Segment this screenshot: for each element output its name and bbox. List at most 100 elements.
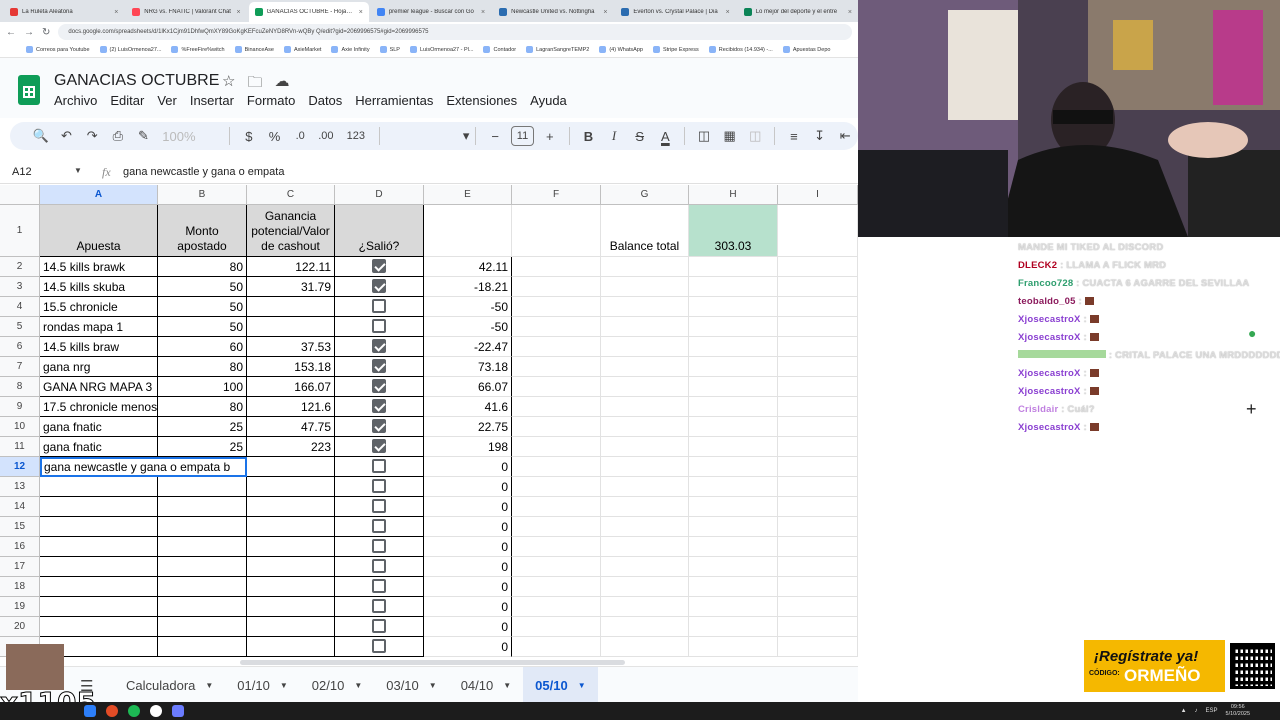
cell-monto[interactable] — [158, 497, 247, 517]
menu-item-archivo[interactable]: Archivo — [54, 93, 97, 108]
tab-close-icon[interactable]: × — [481, 9, 485, 16]
cell[interactable] — [778, 637, 858, 657]
cell-resultado[interactable]: -18.21 — [424, 277, 512, 297]
taskbar-app-icon[interactable] — [172, 705, 184, 717]
cell-ganancia[interactable] — [247, 637, 335, 657]
bookmark-item[interactable]: LuisOrmenoa27 - Pl... — [409, 46, 473, 53]
fill-color-icon[interactable]: ◫ — [691, 128, 717, 144]
checkbox[interactable] — [372, 519, 386, 533]
font-size-increase-button[interactable]: + — [537, 129, 563, 144]
sheet-tab[interactable]: 02/10 ▼ — [300, 667, 374, 705]
undo-icon[interactable]: ↶ — [54, 128, 80, 144]
cell-salio[interactable] — [335, 257, 424, 277]
cell[interactable] — [601, 457, 689, 477]
cell[interactable] — [689, 557, 778, 577]
cell[interactable] — [601, 437, 689, 457]
cell-salio[interactable] — [335, 537, 424, 557]
cell[interactable] — [778, 257, 858, 277]
row-header[interactable]: 18 — [0, 577, 40, 597]
cell-apuesta[interactable] — [40, 577, 158, 597]
cell-monto[interactable] — [158, 537, 247, 557]
cell-resultado[interactable]: 42.11 — [424, 257, 512, 277]
cell[interactable] — [424, 205, 512, 257]
cell-monto[interactable]: 80 — [158, 357, 247, 377]
column-header-f[interactable]: F — [512, 185, 601, 205]
row-header[interactable]: 16 — [0, 537, 40, 557]
volume-icon[interactable]: ♪ — [1195, 708, 1198, 714]
font-family-select[interactable]: ▾ — [386, 128, 470, 144]
cell[interactable] — [689, 397, 778, 417]
cell-monto[interactable] — [158, 557, 247, 577]
cell-ganancia[interactable]: 153.18 — [247, 357, 335, 377]
cell[interactable] — [778, 317, 858, 337]
cell-ganancia[interactable]: 37.53 — [247, 337, 335, 357]
cell-resultado[interactable]: 198 — [424, 437, 512, 457]
cell[interactable] — [512, 637, 601, 657]
cell[interactable] — [601, 337, 689, 357]
row-header[interactable]: 13 — [0, 477, 40, 497]
cell-salio[interactable] — [335, 377, 424, 397]
cell[interactable] — [601, 257, 689, 277]
cell-resultado[interactable]: 0 — [424, 477, 512, 497]
text-color-button[interactable]: A — [653, 129, 679, 144]
url-field[interactable]: docs.google.com/spreadsheets/d/1lKx1Cjm9… — [58, 24, 852, 40]
cell-monto[interactable] — [158, 597, 247, 617]
cell-apuesta[interactable] — [40, 517, 158, 537]
cell-ganancia[interactable]: 223 — [247, 437, 335, 457]
header-cell-d[interactable]: ¿Salió? — [335, 205, 424, 257]
cell[interactable] — [778, 377, 858, 397]
cell-apuesta[interactable]: gana nrg — [40, 357, 158, 377]
checkbox[interactable] — [372, 279, 386, 293]
cell-resultado[interactable]: 0 — [424, 557, 512, 577]
tab-close-icon[interactable]: × — [848, 9, 852, 16]
decrease-decimal-button[interactable]: .0 — [287, 130, 313, 142]
cell[interactable] — [512, 557, 601, 577]
percent-button[interactable]: % — [262, 129, 288, 144]
cell-ganancia[interactable] — [247, 577, 335, 597]
column-header-c[interactable]: C — [247, 185, 335, 205]
currency-button[interactable]: $ — [236, 129, 262, 144]
cell-monto[interactable]: 50 — [158, 317, 247, 337]
cell-monto[interactable] — [158, 637, 247, 657]
cell[interactable] — [778, 577, 858, 597]
forward-icon[interactable]: → — [24, 27, 34, 38]
cell-resultado[interactable]: -50 — [424, 297, 512, 317]
cell-resultado[interactable]: 0 — [424, 617, 512, 637]
cell[interactable] — [512, 257, 601, 277]
cell-salio[interactable] — [335, 277, 424, 297]
cell-salio[interactable] — [335, 397, 424, 417]
cell[interactable] — [601, 477, 689, 497]
cell-resultado[interactable]: 0 — [424, 537, 512, 557]
cell[interactable] — [512, 297, 601, 317]
row-header[interactable]: 9 — [0, 397, 40, 417]
active-cell-editor[interactable]: gana newcastle y gana o empata b — [40, 457, 247, 477]
cell-ganancia[interactable] — [247, 617, 335, 637]
search-icon[interactable]: 🔍 — [28, 128, 54, 144]
cell-monto[interactable] — [158, 517, 247, 537]
bookmark-item[interactable]: Correos para Youtube — [26, 46, 90, 53]
sheet-tab[interactable]: 05/10 ▼ — [523, 666, 598, 705]
checkbox[interactable] — [372, 439, 386, 453]
cell-salio[interactable] — [335, 577, 424, 597]
menu-item-ver[interactable]: Ver — [157, 93, 177, 108]
cell[interactable] — [689, 537, 778, 557]
cell[interactable] — [778, 357, 858, 377]
column-header-i[interactable]: I — [778, 185, 858, 205]
cell-monto[interactable] — [158, 577, 247, 597]
cell[interactable] — [778, 517, 858, 537]
cell-monto[interactable]: 100 — [158, 377, 247, 397]
cell-apuesta[interactable]: 14.5 kills skuba — [40, 277, 158, 297]
balance-total-value[interactable]: 303.03 — [689, 205, 778, 257]
spreadsheet-grid[interactable]: A B C D E F G H I 1 Apuesta Monto apostado Ganancia … — [0, 185, 858, 657]
cell-salio[interactable] — [335, 497, 424, 517]
name-box[interactable]: A12 — [12, 166, 32, 178]
cell-salio[interactable] — [335, 337, 424, 357]
cell-salio[interactable] — [335, 557, 424, 577]
cell-salio[interactable] — [335, 317, 424, 337]
sheets-logo-icon[interactable] — [18, 75, 40, 105]
cell[interactable] — [601, 397, 689, 417]
cell[interactable] — [512, 437, 601, 457]
cell-apuesta[interactable]: 14.5 kills braw — [40, 337, 158, 357]
italic-button[interactable]: I — [601, 128, 627, 144]
checkbox[interactable] — [372, 399, 386, 413]
